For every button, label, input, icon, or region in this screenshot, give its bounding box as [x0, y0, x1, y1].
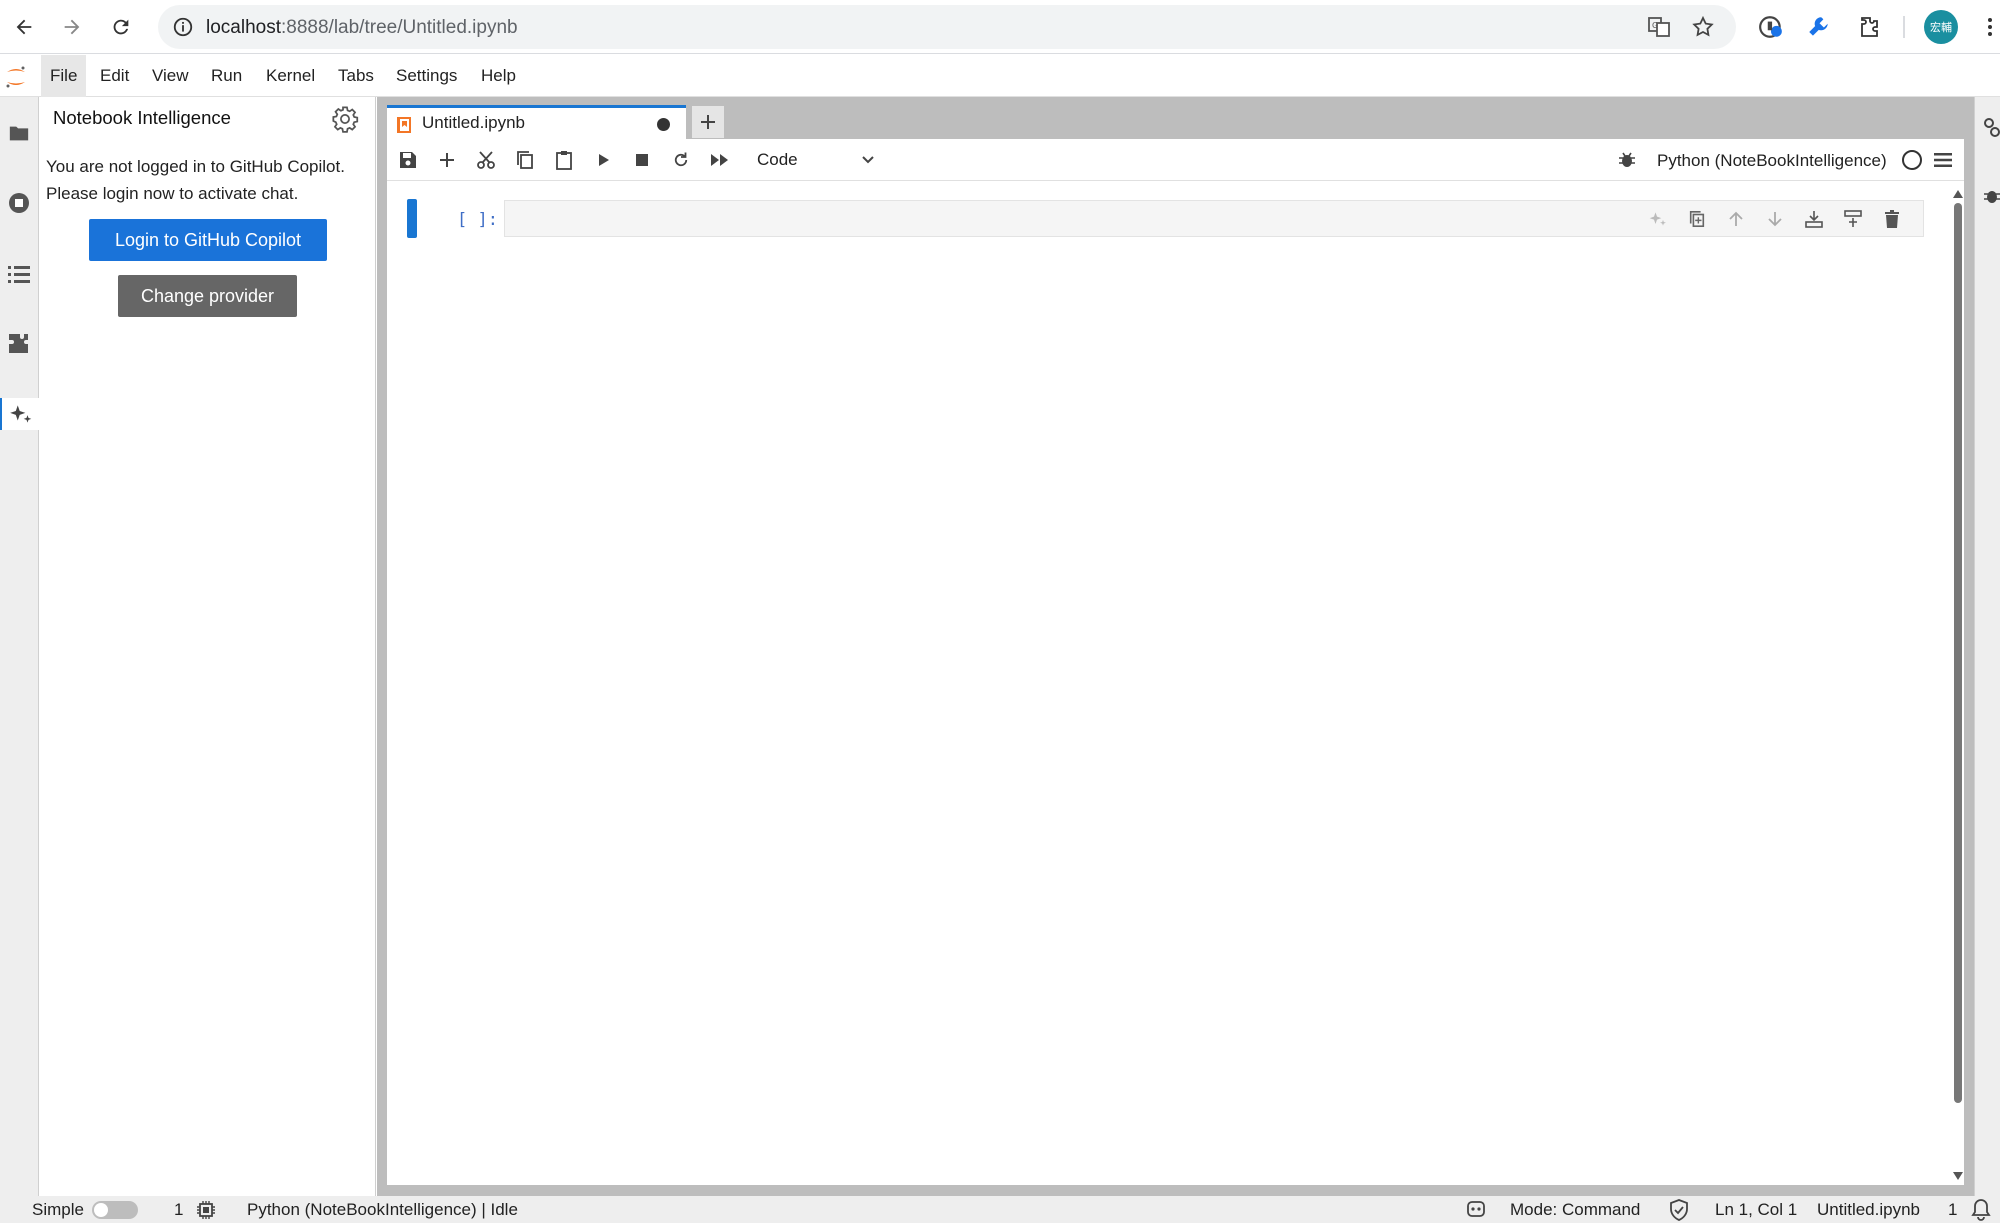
- chevron-down-icon: [861, 153, 875, 167]
- address-bar[interactable]: localhost:8888/lab/tree/Untitled.ipynb G: [158, 5, 1736, 49]
- login-message-line-1: You are not logged in to GitHub Copilot.: [46, 157, 345, 176]
- menu-run[interactable]: Run: [202, 55, 251, 97]
- file-browser-icon[interactable]: [3, 117, 35, 149]
- save-icon[interactable]: [395, 147, 421, 173]
- site-info-icon[interactable]: [172, 16, 194, 38]
- running-kernels-icon[interactable]: [3, 187, 35, 219]
- cell-execution-prompt: [ ]:: [457, 210, 498, 230]
- svg-text:G: G: [1652, 21, 1658, 30]
- hamburger-menu-icon[interactable]: [1930, 147, 1956, 173]
- cell-input-editor[interactable]: [504, 200, 1924, 237]
- change-provider-button[interactable]: Change provider: [118, 275, 297, 317]
- menu-file[interactable]: File: [41, 55, 87, 97]
- reload-icon[interactable]: [104, 10, 138, 44]
- copy-icon[interactable]: [512, 147, 538, 173]
- kernel-status-text[interactable]: Python (NoteBookIntelligence) | Idle: [247, 1200, 518, 1220]
- terminals-count[interactable]: 1: [174, 1200, 183, 1220]
- extension-manager-icon[interactable]: [3, 328, 35, 360]
- move-up-arrow-icon[interactable]: [1724, 207, 1748, 231]
- cell-collapser[interactable]: [407, 199, 417, 238]
- status-bar: Simple 1 Python (NoteBookIntelligence) |…: [0, 1196, 2000, 1223]
- menu-edit[interactable]: Edit: [91, 55, 138, 97]
- menu-kernel[interactable]: Kernel: [257, 55, 324, 97]
- ai-assistant-status-icon[interactable]: [1465, 1199, 1487, 1221]
- kernel-name-selector[interactable]: Python (NoteBookIntelligence): [1657, 151, 1887, 171]
- property-inspector-gears-icon[interactable]: [1983, 117, 2000, 139]
- table-of-contents-icon[interactable]: [3, 258, 35, 290]
- bookmark-star-icon[interactable]: [1688, 12, 1718, 42]
- right-activity-bar: [1974, 97, 2000, 1196]
- restart-run-all-fast-forward-icon[interactable]: [707, 147, 733, 173]
- notification-bell-icon[interactable]: [1970, 1198, 1992, 1222]
- menu-help[interactable]: Help: [472, 55, 525, 97]
- code-cell[interactable]: [ ]:: [407, 199, 1944, 241]
- document-tab-bar: Untitled.ipynb: [377, 97, 1974, 139]
- cell-type-dropdown[interactable]: Code: [757, 145, 877, 175]
- panel-settings-gear-icon[interactable]: [331, 105, 359, 133]
- simple-mode-label: Simple: [32, 1200, 84, 1219]
- cut-scissors-icon[interactable]: [473, 147, 499, 173]
- current-file-name: Untitled.ipynb: [1817, 1200, 1921, 1219]
- back-icon[interactable]: [7, 10, 41, 44]
- browser-menu-icon[interactable]: [1975, 12, 2000, 42]
- login-message: You are not logged in to GitHub Copilot.…: [46, 153, 371, 207]
- insert-cell-above-icon[interactable]: [1802, 207, 1826, 231]
- browser-toolbar: localhost:8888/lab/tree/Untitled.ipynb G…: [0, 0, 2000, 54]
- panel-title: Notebook Intelligence: [53, 107, 231, 128]
- duplicate-cell-icon[interactable]: [1685, 207, 1709, 231]
- paste-clipboard-icon[interactable]: [551, 147, 577, 173]
- extensions-puzzle-icon[interactable]: [1854, 12, 1884, 42]
- toolbar-divider: [1903, 16, 1905, 38]
- ai-sparkle-icon[interactable]: [1646, 207, 1670, 231]
- insert-cell-plus-icon[interactable]: [434, 147, 460, 173]
- run-cell-play-icon[interactable]: [590, 147, 616, 173]
- scrollbar-thumb[interactable]: [1954, 203, 1962, 1103]
- notebook-file-icon: [396, 116, 412, 134]
- url-text: localhost:8888/lab/tree/Untitled.ipynb: [206, 17, 518, 38]
- menu-tabs[interactable]: Tabs: [329, 55, 383, 97]
- left-activity-bar: [0, 97, 39, 1196]
- menu-view[interactable]: View: [143, 55, 198, 97]
- notebook-intelligence-panel: Notebook Intelligence You are not logged…: [39, 97, 376, 1196]
- debugger-bug-icon[interactable]: [1614, 147, 1640, 173]
- translate-icon[interactable]: G: [1644, 12, 1674, 42]
- delete-cell-trash-icon[interactable]: [1880, 207, 1904, 231]
- cursor-position[interactable]: Ln 1, Col 1: [1715, 1200, 1797, 1220]
- interrupt-kernel-stop-icon[interactable]: [629, 147, 655, 173]
- insert-cell-below-icon[interactable]: [1841, 207, 1865, 231]
- profile-avatar[interactable]: 宏輔: [1924, 10, 1958, 44]
- tab-untitled-notebook[interactable]: Untitled.ipynb: [387, 105, 686, 139]
- simple-mode-toggle[interactable]: [92, 1201, 138, 1219]
- extension-tool-icon[interactable]: [1804, 12, 1834, 42]
- restart-kernel-icon[interactable]: [668, 147, 694, 173]
- login-message-line-2: Please login now to activate chat.: [46, 184, 299, 203]
- forward-icon[interactable]: [55, 10, 89, 44]
- tab-label: Untitled.ipynb: [422, 113, 526, 132]
- extension-password-icon[interactable]: [1756, 12, 1786, 42]
- jupyter-logo-icon: [4, 64, 28, 90]
- notebook-intelligence-sparkle-icon[interactable]: [0, 398, 39, 430]
- trusted-shield-icon[interactable]: [1669, 1199, 1689, 1221]
- menu-settings[interactable]: Settings: [387, 55, 466, 97]
- unsaved-changes-dot-icon[interactable]: [657, 118, 670, 131]
- kernel-chip-icon[interactable]: [196, 1200, 216, 1220]
- notebook-panel: Code Python (NoteBookIntelligence) [ ]:: [387, 139, 1964, 1185]
- notebook-scrollbar[interactable]: [1952, 189, 1964, 1183]
- notification-count: 1: [1948, 1200, 1958, 1219]
- cell-type-value: Code: [757, 150, 798, 169]
- main-dock-panel: Untitled.ipynb Code Python (NoteBookInte…: [377, 97, 1974, 1196]
- move-down-arrow-icon[interactable]: [1763, 207, 1787, 231]
- notebook-mode-indicator: Mode: Command: [1510, 1200, 1641, 1219]
- jupyter-menu-bar: File Edit View Run Kernel Tabs Settings …: [0, 55, 2000, 97]
- notebook-toolbar: Code Python (NoteBookIntelligence): [387, 139, 1964, 181]
- login-github-copilot-button[interactable]: Login to GitHub Copilot: [89, 219, 327, 261]
- new-launcher-plus-icon[interactable]: [692, 106, 724, 138]
- kernel-idle-status-icon: [1902, 150, 1922, 170]
- debugger-panel-bug-icon[interactable]: [1983, 187, 2000, 205]
